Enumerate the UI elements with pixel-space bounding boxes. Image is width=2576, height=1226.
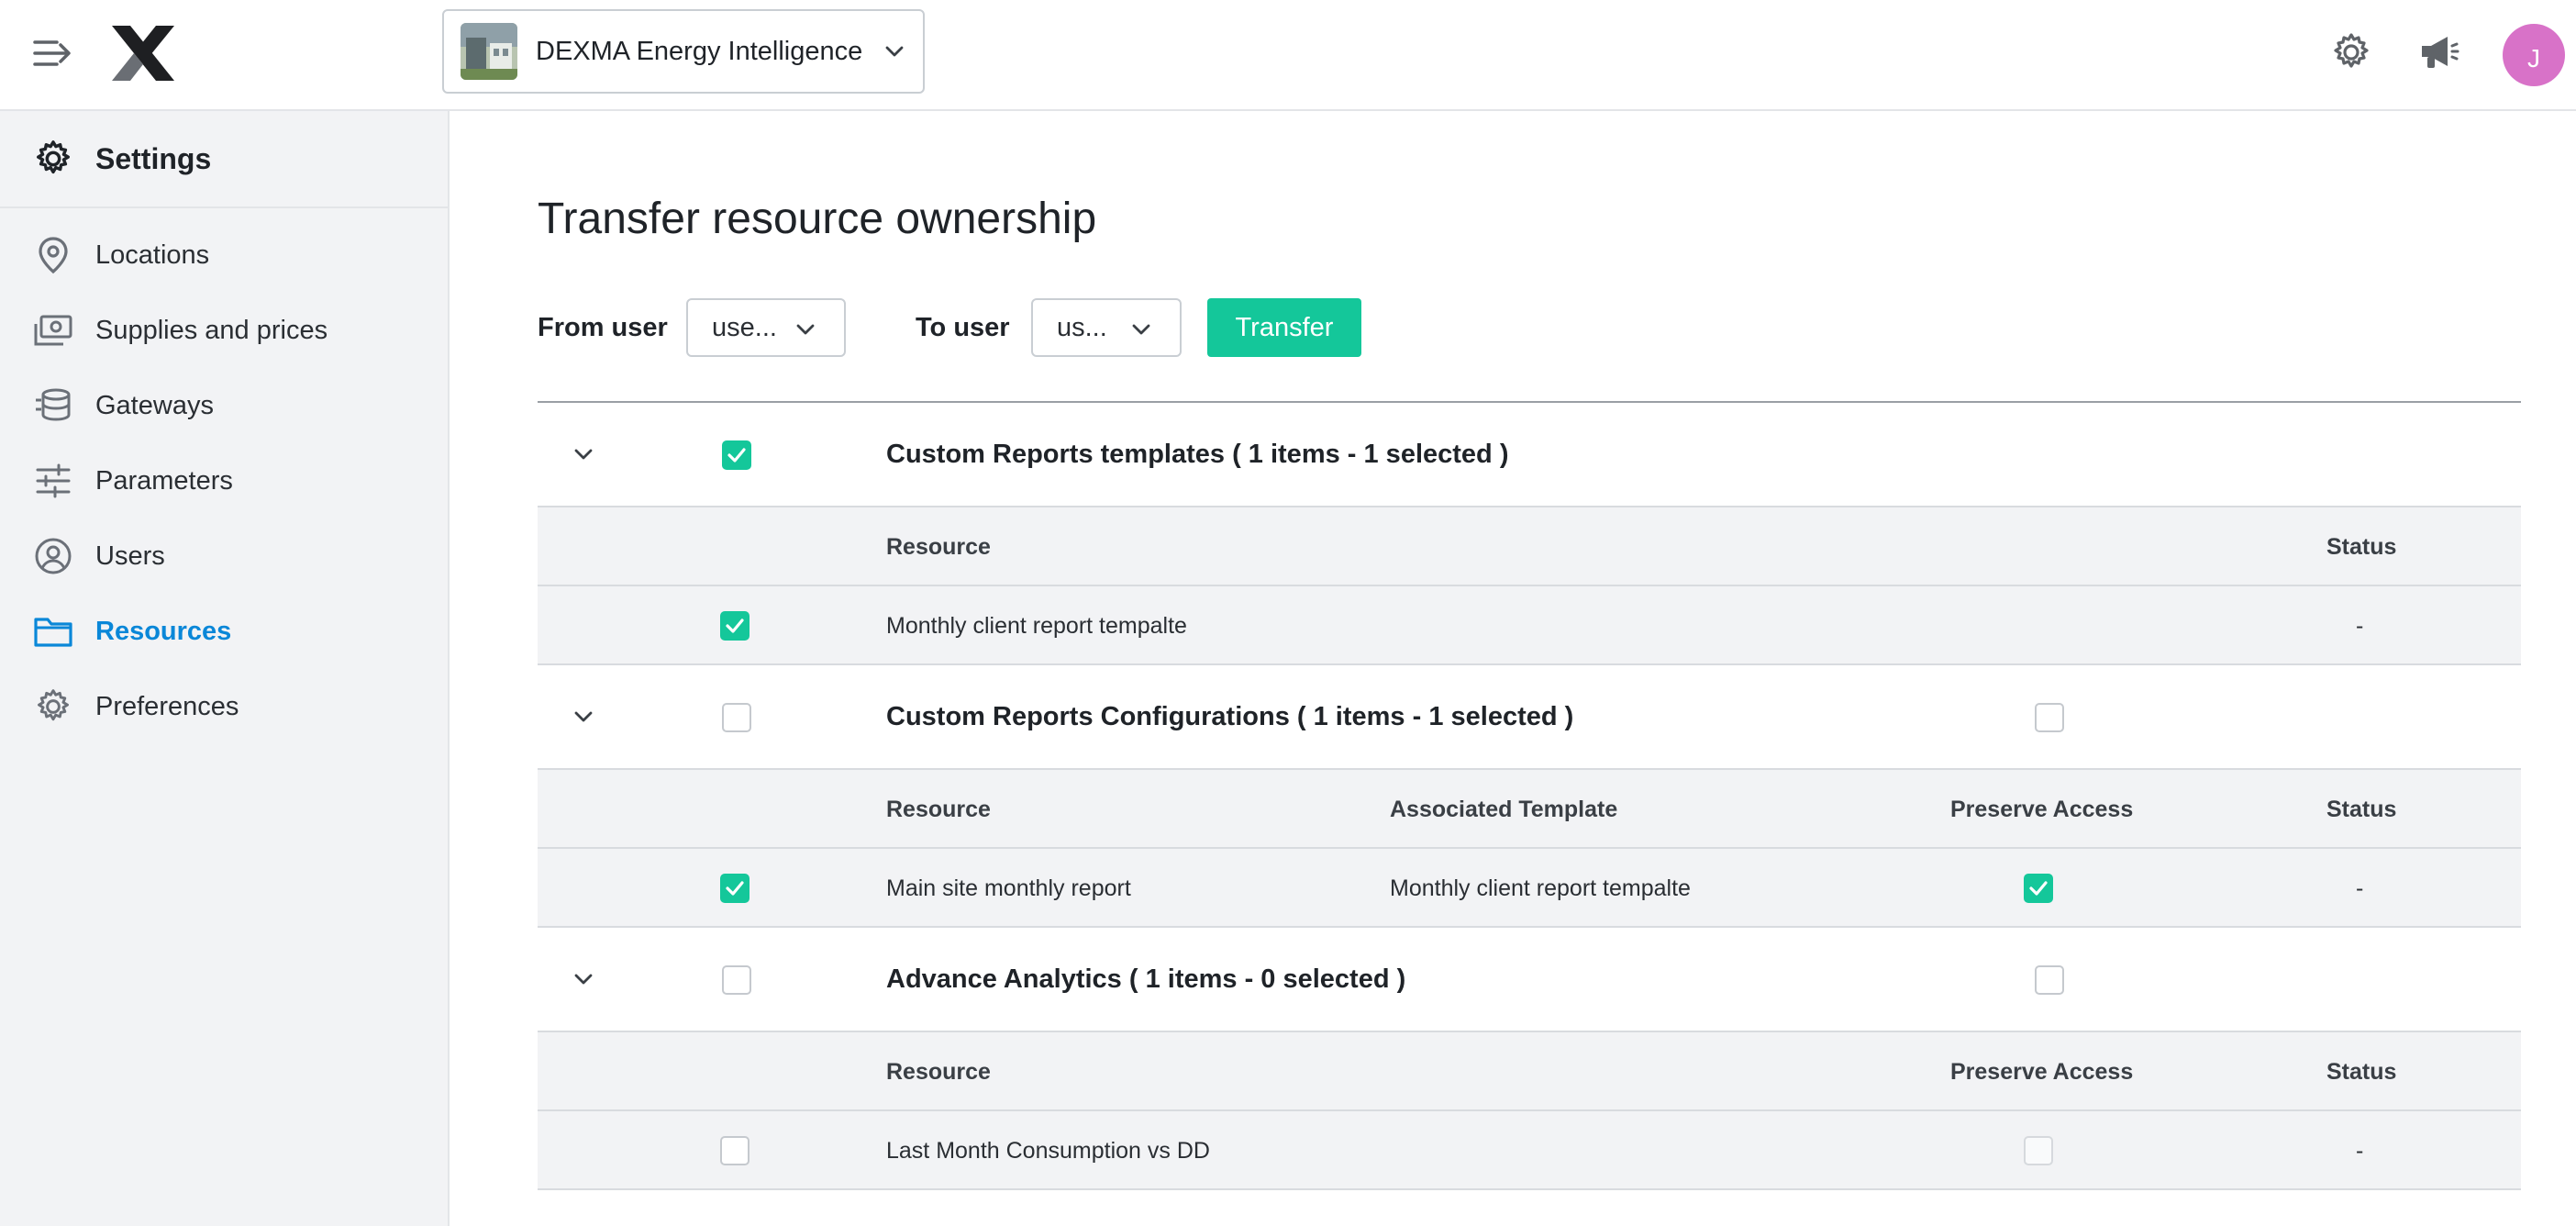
group-title: Custom Reports Configurations ( 1 items … [886, 702, 1574, 731]
sidebar-item-resources[interactable]: Resources [0, 594, 448, 669]
gear-icon [33, 686, 73, 727]
from-user-select[interactable]: use... [686, 298, 846, 357]
folder-icon [33, 611, 73, 652]
sidebar-item-supplies[interactable]: Supplies and prices [0, 293, 448, 368]
gateway-icon [33, 385, 73, 426]
table-header-row: Resource Preserve Access Status [538, 1032, 2521, 1111]
preserve-access-checkbox[interactable] [2024, 1136, 2053, 1165]
sidebar-item-locations[interactable]: Locations [0, 217, 448, 293]
checkmark-icon [726, 619, 744, 633]
preserve-access-checkbox[interactable] [2024, 874, 2053, 903]
table-row: Last Month Consumption vs DD - [538, 1111, 2521, 1190]
table-row: Main site monthly report Monthly client … [538, 849, 2521, 928]
sidebar-item-label: Users [95, 541, 165, 571]
location-pin-icon [33, 235, 73, 275]
sidebar-item-gateways[interactable]: Gateways [0, 368, 448, 443]
column-header-resource: Resource [886, 1059, 991, 1085]
organization-selector[interactable]: DEXMA Energy Intelligence [442, 9, 925, 94]
top-bar: DEXMA Energy Intelligence J [0, 0, 2576, 111]
column-header-status: Status [2326, 797, 2397, 822]
sidebar-item-parameters[interactable]: Parameters [0, 443, 448, 518]
chevron-down-icon[interactable] [571, 966, 596, 992]
checkmark-icon [726, 881, 744, 896]
sidebar-item-label: Locations [95, 240, 210, 270]
group-select-checkbox[interactable] [722, 440, 751, 470]
to-user-value: us... [1057, 312, 1107, 342]
group-title: Advance Analytics ( 1 items - 0 selected… [886, 964, 1406, 994]
transfer-filters: From user use... To user us... Transfer [538, 298, 1455, 357]
table-row: Monthly client report tempalte - [538, 586, 2521, 665]
settings-gear-icon[interactable] [2330, 31, 2372, 73]
row-select-checkbox[interactable] [720, 611, 749, 641]
status-value: - [2356, 1138, 2364, 1164]
sidebar: Settings Locations Supplies and prices G… [0, 111, 450, 1226]
status-value: - [2356, 613, 2364, 639]
to-user-select[interactable]: us... [1031, 298, 1182, 357]
sidebar-item-label: Resources [95, 616, 232, 646]
table-header-row: Resource Status [538, 507, 2521, 586]
column-header-resource: Resource [886, 797, 991, 822]
resource-name: Main site monthly report [886, 875, 1131, 901]
group-select-checkbox[interactable] [722, 703, 751, 732]
column-header-preserve-access: Preserve Access [1950, 1059, 2134, 1085]
organization-thumbnail [461, 23, 517, 80]
column-header-preserve-access: Preserve Access [1950, 797, 2134, 822]
from-user-value: use... [712, 312, 777, 342]
group-row-custom-reports-configurations: Custom Reports Configurations ( 1 items … [538, 665, 2521, 770]
resource-name: Monthly client report tempalte [886, 613, 1187, 639]
chevron-down-icon [796, 324, 815, 335]
sidebar-header: Settings [0, 111, 448, 208]
sidebar-item-label: Supplies and prices [95, 315, 328, 345]
sidebar-item-users[interactable]: Users [0, 518, 448, 594]
page-title: Transfer resource ownership [538, 195, 1097, 243]
column-header-status: Status [2326, 534, 2397, 560]
gear-icon [37, 140, 70, 174]
supplies-icon [33, 310, 73, 351]
menu-toggle-icon[interactable] [33, 35, 73, 72]
user-avatar[interactable]: J [2503, 24, 2565, 86]
organization-name: DEXMA Energy Intelligence [536, 36, 863, 66]
sliders-icon [33, 461, 73, 501]
table-header-row: Resource Associated Template Preserve Ac… [538, 770, 2521, 849]
transfer-button[interactable]: Transfer [1207, 298, 1361, 357]
chevron-down-icon[interactable] [571, 441, 596, 467]
sidebar-item-label: Parameters [95, 465, 233, 496]
group-preserve-access-checkbox[interactable] [2035, 965, 2064, 995]
status-value: - [2356, 875, 2364, 901]
to-user-label: To user [916, 313, 1010, 342]
group-preserve-access-checkbox[interactable] [2035, 703, 2064, 732]
dexma-logo-icon[interactable] [110, 24, 176, 83]
column-header-resource: Resource [886, 534, 991, 560]
group-title: Custom Reports templates ( 1 items - 1 s… [886, 440, 1509, 469]
sidebar-item-preferences[interactable]: Preferences [0, 669, 448, 744]
column-header-status: Status [2326, 1059, 2397, 1085]
group-select-checkbox[interactable] [722, 965, 751, 995]
sidebar-title: Settings [95, 141, 212, 175]
group-row-custom-reports-templates: Custom Reports templates ( 1 items - 1 s… [538, 403, 2521, 507]
user-circle-icon [33, 536, 73, 576]
row-select-checkbox[interactable] [720, 874, 749, 903]
row-select-checkbox[interactable] [720, 1136, 749, 1165]
from-user-label: From user [538, 313, 668, 342]
sidebar-item-label: Gateways [95, 390, 214, 420]
avatar-initial: J [2527, 44, 2540, 72]
chevron-down-icon [1132, 324, 1150, 335]
checkmark-icon [727, 448, 746, 463]
group-row-advance-analytics: Advance Analytics ( 1 items - 0 selected… [538, 928, 2521, 1032]
chevron-down-icon[interactable] [571, 704, 596, 730]
resource-name: Last Month Consumption vs DD [886, 1138, 1210, 1164]
chevron-down-icon [885, 46, 904, 57]
resources-table: Custom Reports templates ( 1 items - 1 s… [538, 401, 2521, 1190]
checkmark-icon [2029, 881, 2048, 896]
associated-template-value: Monthly client report tempalte [1390, 875, 1691, 901]
sidebar-item-label: Preferences [95, 691, 239, 721]
column-header-associated-template: Associated Template [1390, 797, 1618, 822]
sidebar-nav: Locations Supplies and prices Gateways P… [0, 208, 448, 744]
megaphone-icon[interactable] [2418, 33, 2460, 72]
